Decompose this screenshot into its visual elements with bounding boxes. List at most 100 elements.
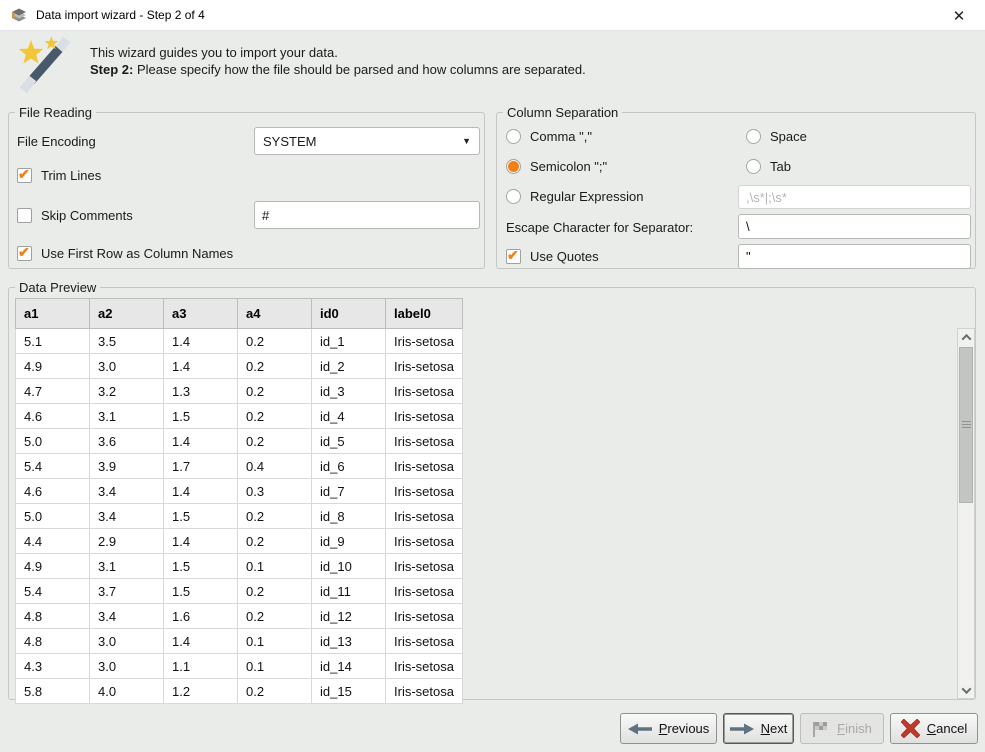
finish-flag-icon — [812, 721, 830, 737]
wizard-banner: This wizard guides you to import your da… — [0, 32, 985, 100]
trim-lines-label: Trim Lines — [41, 168, 101, 183]
column-header: id0 — [312, 299, 386, 329]
table-row: 4.63.11.50.2id_4Iris-setosa — [16, 404, 463, 429]
table-cell: 5.0 — [16, 504, 90, 529]
preview-header-row: a1a2a3a4id0label0 — [16, 299, 463, 329]
close-icon[interactable]: ✕ — [947, 4, 971, 28]
table-cell: 4.8 — [16, 629, 90, 654]
table-cell: 4.6 — [16, 479, 90, 504]
skip-comments-input-wrap — [254, 201, 480, 229]
use-quotes-checkbox[interactable] — [506, 249, 521, 264]
skip-comments-checkbox[interactable] — [17, 208, 32, 223]
scroll-down-icon[interactable] — [958, 682, 974, 698]
table-cell: id_8 — [312, 504, 386, 529]
table-cell: Iris-setosa — [386, 654, 463, 679]
table-cell: 1.7 — [164, 454, 238, 479]
space-radio[interactable] — [746, 129, 761, 144]
table-cell: 0.2 — [238, 329, 312, 354]
tab-radio-label: Tab — [770, 159, 791, 174]
next-button-label: Next — [761, 721, 788, 736]
table-cell: 0.2 — [238, 429, 312, 454]
column-header: a4 — [238, 299, 312, 329]
arrow-right-icon — [730, 723, 754, 735]
table-row: 5.43.71.50.2id_11Iris-setosa — [16, 579, 463, 604]
table-cell: Iris-setosa — [386, 579, 463, 604]
use-quotes-label: Use Quotes — [530, 249, 599, 264]
step-text: Please specify how the file should be pa… — [133, 62, 585, 77]
finish-button-label: Finish — [837, 721, 872, 736]
table-cell: Iris-setosa — [386, 529, 463, 554]
banner-line2: Step 2: Please specify how the file shou… — [90, 61, 586, 78]
table-cell: 3.5 — [90, 329, 164, 354]
previous-button[interactable]: Previous — [620, 713, 717, 744]
data-preview-group: Data Preview a1a2a3a4id0label0 5.13.51.4… — [8, 287, 976, 700]
table-cell: 1.4 — [164, 529, 238, 554]
table-cell: 0.2 — [238, 679, 312, 704]
skip-comments-input[interactable] — [254, 201, 480, 229]
use-quotes-input[interactable] — [738, 244, 971, 269]
table-cell: 1.4 — [164, 479, 238, 504]
cancel-button[interactable]: Cancel — [890, 713, 978, 744]
table-row: 5.43.91.70.4id_6Iris-setosa — [16, 454, 463, 479]
table-cell: 3.4 — [90, 479, 164, 504]
regex-radio[interactable] — [506, 189, 521, 204]
table-cell: id_5 — [312, 429, 386, 454]
table-cell: 3.0 — [90, 654, 164, 679]
arrow-left-icon — [628, 723, 652, 735]
trim-lines-checkbox[interactable] — [17, 168, 32, 183]
table-cell: 1.1 — [164, 654, 238, 679]
file-encoding-value: SYSTEM — [263, 134, 316, 149]
data-preview-legend: Data Preview — [15, 280, 100, 295]
file-encoding-select[interactable]: SYSTEM ▼ — [254, 127, 480, 155]
table-row: 4.33.01.10.1id_14Iris-setosa — [16, 654, 463, 679]
table-cell: 5.1 — [16, 329, 90, 354]
table-cell: 1.3 — [164, 379, 238, 404]
previous-button-label: Previous — [659, 721, 710, 736]
table-cell: id_10 — [312, 554, 386, 579]
table-row: 5.03.41.50.2id_8Iris-setosa — [16, 504, 463, 529]
table-row: 4.93.11.50.1id_10Iris-setosa — [16, 554, 463, 579]
escape-char-input[interactable] — [738, 214, 971, 239]
table-cell: id_6 — [312, 454, 386, 479]
table-cell: id_13 — [312, 629, 386, 654]
cancel-button-label: Cancel — [927, 721, 967, 736]
table-cell: 0.2 — [238, 579, 312, 604]
first-row-label: Use First Row as Column Names — [41, 246, 233, 261]
table-cell: 0.1 — [238, 654, 312, 679]
trim-lines-row: Trim Lines — [17, 168, 101, 183]
comma-radio[interactable] — [506, 129, 521, 144]
table-cell: 5.8 — [16, 679, 90, 704]
table-cell: 3.2 — [90, 379, 164, 404]
table-cell: 4.9 — [16, 554, 90, 579]
first-row-checkbox[interactable] — [17, 246, 32, 261]
table-cell: 3.4 — [90, 604, 164, 629]
table-cell: 4.4 — [16, 529, 90, 554]
scroll-up-icon[interactable] — [958, 329, 974, 345]
table-cell: Iris-setosa — [386, 679, 463, 704]
semicolon-radio[interactable] — [506, 159, 521, 174]
title-bar: Data import wizard - Step 2 of 4 ✕ — [0, 0, 985, 31]
table-cell: 5.0 — [16, 429, 90, 454]
table-cell: Iris-setosa — [386, 354, 463, 379]
step-label: Step 2: — [90, 62, 133, 77]
next-button[interactable]: Next — [723, 713, 794, 744]
table-cell: 3.4 — [90, 504, 164, 529]
table-row: 4.42.91.40.2id_9Iris-setosa — [16, 529, 463, 554]
regex-radio-label: Regular Expression — [530, 189, 643, 204]
tab-radio-row: Tab — [746, 159, 791, 174]
table-cell: 1.4 — [164, 354, 238, 379]
table-row: 4.93.01.40.2id_2Iris-setosa — [16, 354, 463, 379]
table-cell: 5.4 — [16, 454, 90, 479]
comma-radio-label: Comma "," — [530, 129, 592, 144]
table-cell: 1.4 — [164, 629, 238, 654]
column-separation-legend: Column Separation — [503, 105, 622, 120]
comma-radio-row: Comma "," — [506, 129, 592, 144]
table-cell: Iris-setosa — [386, 554, 463, 579]
table-row: 5.03.61.40.2id_5Iris-setosa — [16, 429, 463, 454]
scrollbar-thumb[interactable] — [959, 347, 973, 503]
vertical-scrollbar[interactable] — [957, 328, 975, 699]
thumb-grip-icon — [962, 421, 971, 429]
tab-radio[interactable] — [746, 159, 761, 174]
table-cell: 3.7 — [90, 579, 164, 604]
skip-comments-label: Skip Comments — [41, 208, 133, 223]
